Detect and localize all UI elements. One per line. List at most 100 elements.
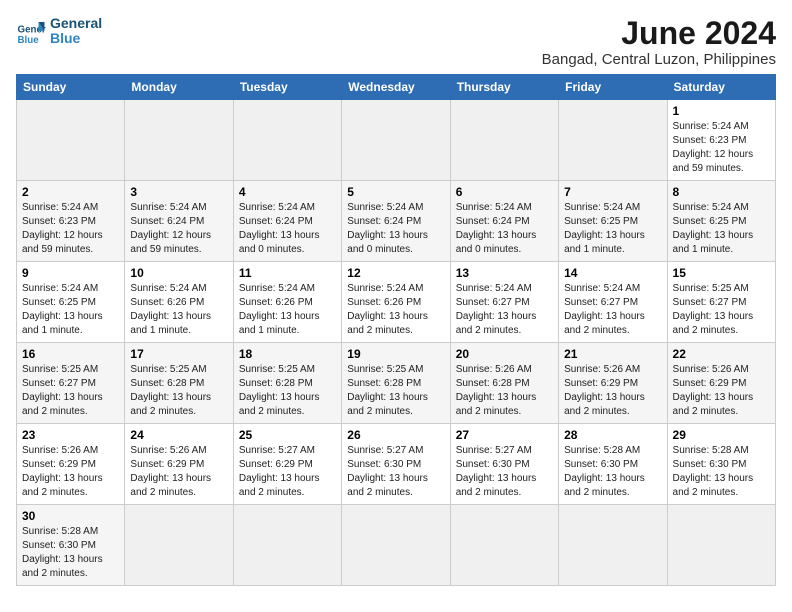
day-info: Sunrise: 5:25 AM Sunset: 6:28 PM Dayligh…: [239, 363, 336, 419]
svg-text:Blue: Blue: [18, 35, 40, 46]
calendar-table: SundayMondayTuesdayWednesdayThursdayFrid…: [16, 74, 776, 586]
calendar-cell: [450, 505, 558, 586]
day-info: Sunrise: 5:24 AM Sunset: 6:26 PM Dayligh…: [347, 282, 444, 338]
calendar-cell: 18 Sunrise: 5:25 AM Sunset: 6:28 PM Dayli…: [233, 343, 341, 424]
calendar-week-row: 9Sunrise: 5:24 AM Sunset: 6:25 PM Daylig…: [17, 262, 776, 343]
day-number: 21: [564, 347, 661, 361]
calendar-week-row: 16Sunrise: 5:25 AM Sunset: 6:27 PM Dayli…: [17, 343, 776, 424]
calendar-cell: 3 Sunrise: 5:24 AM Sunset: 6:24 PM Daylig…: [125, 181, 233, 262]
calendar-cell: 26 Sunrise: 5:27 AM Sunset: 6:30 PM Dayli…: [342, 424, 450, 505]
day-info: Sunrise: 5:27 AM Sunset: 6:30 PM Dayligh…: [347, 444, 444, 500]
day-info: Sunrise: 5:24 AM Sunset: 6:24 PM Dayligh…: [347, 201, 444, 257]
day-number: 6: [456, 185, 553, 199]
calendar-cell: 17 Sunrise: 5:25 AM Sunset: 6:28 PM Dayli…: [125, 343, 233, 424]
day-number: 26: [347, 428, 444, 442]
calendar-cell: [125, 505, 233, 586]
header-monday: Monday: [125, 75, 233, 100]
calendar-cell: 12 Sunrise: 5:24 AM Sunset: 6:26 PM Dayli…: [342, 262, 450, 343]
day-info: Sunrise: 5:24 AM Sunset: 6:24 PM Dayligh…: [456, 201, 553, 257]
calendar-cell: 1Sunrise: 5:24 AM Sunset: 6:23 PM Daylig…: [667, 100, 775, 181]
calendar-cell: [559, 100, 667, 181]
day-number: 20: [456, 347, 553, 361]
calendar-cell: [125, 100, 233, 181]
day-info: Sunrise: 5:24 AM Sunset: 6:26 PM Dayligh…: [239, 282, 336, 338]
calendar-week-row: 30 Sunrise: 5:28 AM Sunset: 6:30 PM Dayli…: [17, 505, 776, 586]
calendar-cell: 16Sunrise: 5:25 AM Sunset: 6:27 PM Dayli…: [17, 343, 125, 424]
day-number: 16: [22, 347, 119, 361]
calendar-cell: [450, 100, 558, 181]
calendar-cell: 23Sunrise: 5:26 AM Sunset: 6:29 PM Dayli…: [17, 424, 125, 505]
day-number: 17: [130, 347, 227, 361]
day-info: Sunrise: 5:28 AM Sunset: 6:30 PM Dayligh…: [22, 525, 119, 581]
logo-general-text: General: [50, 16, 102, 31]
calendar-cell: 4 Sunrise: 5:24 AM Sunset: 6:24 PM Daylig…: [233, 181, 341, 262]
day-info: Sunrise: 5:24 AM Sunset: 6:24 PM Dayligh…: [130, 201, 227, 257]
day-number: 19: [347, 347, 444, 361]
location-title: Bangad, Central Luzon, Philippines: [542, 51, 776, 68]
day-info: Sunrise: 5:27 AM Sunset: 6:29 PM Dayligh…: [239, 444, 336, 500]
day-info: Sunrise: 5:24 AM Sunset: 6:25 PM Dayligh…: [673, 201, 770, 257]
day-info: Sunrise: 5:26 AM Sunset: 6:29 PM Dayligh…: [22, 444, 119, 500]
calendar-week-row: 1Sunrise: 5:24 AM Sunset: 6:23 PM Daylig…: [17, 100, 776, 181]
day-number: 12: [347, 266, 444, 280]
header-friday: Friday: [559, 75, 667, 100]
calendar-cell: 5Sunrise: 5:24 AM Sunset: 6:24 PM Daylig…: [342, 181, 450, 262]
day-number: 14: [564, 266, 661, 280]
day-number: 2: [22, 185, 119, 199]
day-info: Sunrise: 5:25 AM Sunset: 6:28 PM Dayligh…: [130, 363, 227, 419]
day-info: Sunrise: 5:24 AM Sunset: 6:24 PM Dayligh…: [239, 201, 336, 257]
calendar-cell: [667, 505, 775, 586]
header-saturday: Saturday: [667, 75, 775, 100]
title-block: June 2024 Bangad, Central Luzon, Philipp…: [542, 16, 776, 68]
day-info: Sunrise: 5:26 AM Sunset: 6:29 PM Dayligh…: [673, 363, 770, 419]
day-info: Sunrise: 5:24 AM Sunset: 6:23 PM Dayligh…: [22, 201, 119, 257]
month-title: June 2024: [542, 16, 776, 51]
day-info: Sunrise: 5:25 AM Sunset: 6:28 PM Dayligh…: [347, 363, 444, 419]
calendar-cell: 14Sunrise: 5:24 AM Sunset: 6:27 PM Dayli…: [559, 262, 667, 343]
day-info: Sunrise: 5:25 AM Sunset: 6:27 PM Dayligh…: [673, 282, 770, 338]
calendar-cell: 25 Sunrise: 5:27 AM Sunset: 6:29 PM Dayli…: [233, 424, 341, 505]
calendar-cell: 29Sunrise: 5:28 AM Sunset: 6:30 PM Dayli…: [667, 424, 775, 505]
day-number: 30: [22, 509, 119, 523]
day-number: 3: [130, 185, 227, 199]
day-number: 15: [673, 266, 770, 280]
day-info: Sunrise: 5:27 AM Sunset: 6:30 PM Dayligh…: [456, 444, 553, 500]
calendar-cell: 20Sunrise: 5:26 AM Sunset: 6:28 PM Dayli…: [450, 343, 558, 424]
calendar-cell: [233, 100, 341, 181]
calendar-cell: 24Sunrise: 5:26 AM Sunset: 6:29 PM Dayli…: [125, 424, 233, 505]
calendar-cell: 2 Sunrise: 5:24 AM Sunset: 6:23 PM Daylig…: [17, 181, 125, 262]
day-number: 4: [239, 185, 336, 199]
calendar-cell: [233, 505, 341, 586]
day-number: 11: [239, 266, 336, 280]
day-number: 1: [673, 104, 770, 118]
calendar-header-row: SundayMondayTuesdayWednesdayThursdayFrid…: [17, 75, 776, 100]
calendar-cell: 22 Sunrise: 5:26 AM Sunset: 6:29 PM Dayli…: [667, 343, 775, 424]
calendar-cell: 7Sunrise: 5:24 AM Sunset: 6:25 PM Daylig…: [559, 181, 667, 262]
logo-blue-text: Blue: [50, 31, 102, 46]
header-wednesday: Wednesday: [342, 75, 450, 100]
header-tuesday: Tuesday: [233, 75, 341, 100]
calendar-week-row: 23Sunrise: 5:26 AM Sunset: 6:29 PM Dayli…: [17, 424, 776, 505]
calendar-cell: [342, 100, 450, 181]
day-number: 18: [239, 347, 336, 361]
day-number: 28: [564, 428, 661, 442]
day-number: 9: [22, 266, 119, 280]
day-number: 27: [456, 428, 553, 442]
calendar-week-row: 2 Sunrise: 5:24 AM Sunset: 6:23 PM Daylig…: [17, 181, 776, 262]
calendar-cell: 10Sunrise: 5:24 AM Sunset: 6:26 PM Dayli…: [125, 262, 233, 343]
calendar-cell: [17, 100, 125, 181]
day-number: 22: [673, 347, 770, 361]
day-info: Sunrise: 5:24 AM Sunset: 6:26 PM Dayligh…: [130, 282, 227, 338]
calendar-cell: 30 Sunrise: 5:28 AM Sunset: 6:30 PM Dayli…: [17, 505, 125, 586]
day-info: Sunrise: 5:24 AM Sunset: 6:27 PM Dayligh…: [456, 282, 553, 338]
day-number: 8: [673, 185, 770, 199]
day-number: 13: [456, 266, 553, 280]
calendar-cell: 15 Sunrise: 5:25 AM Sunset: 6:27 PM Dayli…: [667, 262, 775, 343]
calendar-cell: [559, 505, 667, 586]
day-number: 25: [239, 428, 336, 442]
day-info: Sunrise: 5:26 AM Sunset: 6:29 PM Dayligh…: [130, 444, 227, 500]
calendar-cell: 11 Sunrise: 5:24 AM Sunset: 6:26 PM Dayli…: [233, 262, 341, 343]
day-info: Sunrise: 5:28 AM Sunset: 6:30 PM Dayligh…: [564, 444, 661, 500]
header-thursday: Thursday: [450, 75, 558, 100]
day-number: 7: [564, 185, 661, 199]
